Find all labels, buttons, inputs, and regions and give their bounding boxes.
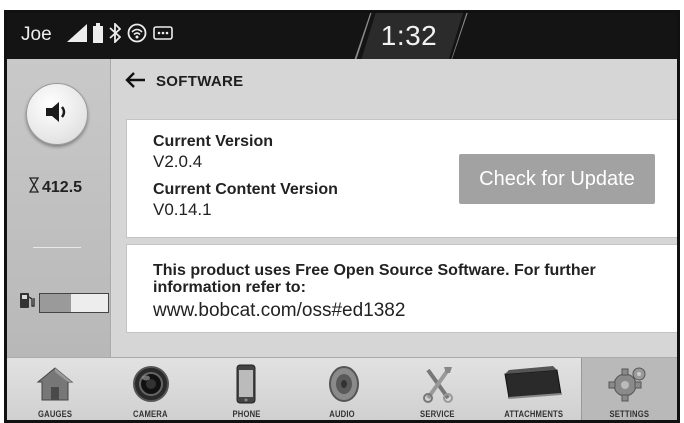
nav-label: CAMERA [133, 409, 168, 419]
gear-icon [608, 362, 650, 406]
check-for-update-button[interactable]: Check for Update [459, 154, 655, 204]
fuel-level-fill [40, 293, 71, 312]
nav-phone[interactable]: PHONE [198, 358, 294, 420]
clock: 1:32 [380, 20, 438, 51]
version-card: Current Version V2.0.4 Current Content V… [126, 119, 677, 238]
oss-url: www.bobcat.com/oss#ed1382 [153, 300, 406, 321]
bluetooth-icon [109, 21, 122, 48]
wifi-icon [127, 23, 147, 48]
fuel-pump-icon [19, 291, 35, 314]
page-title: SOFTWARE [156, 73, 244, 90]
battery-icon [93, 22, 103, 48]
nav-label: SETTINGS [609, 409, 650, 419]
nav-camera[interactable]: CAMERA [103, 358, 199, 420]
divider [33, 247, 81, 248]
status-icons [67, 21, 173, 48]
speaker-icon [44, 101, 70, 128]
nav-label: GAUGES [37, 409, 72, 419]
wrench-icon [418, 362, 458, 406]
user-name: Joe [21, 24, 52, 45]
nav-audio[interactable]: AUDIO [294, 358, 390, 420]
message-icon [153, 25, 173, 45]
nav-service[interactable]: SERVICE [390, 358, 486, 420]
content-version-label: Current Content Version [153, 181, 338, 198]
nav-label: ATTACHMENTS [503, 409, 563, 419]
hourglass-icon [28, 177, 40, 198]
status-bar: Joe 1:32 [7, 13, 677, 59]
house-icon [35, 362, 75, 406]
oss-notice: This product uses Free Open Source Softw… [153, 262, 596, 296]
signal-icon [67, 23, 87, 47]
hour-meter-value: 412.5 [42, 178, 83, 196]
bucket-icon [501, 362, 565, 406]
current-version-value: V2.0.4 [153, 152, 203, 171]
content-version-value: V0.14.1 [153, 200, 212, 219]
back-arrow-icon[interactable] [124, 71, 146, 94]
audio-icon [322, 362, 362, 406]
nav-label: PHONE [232, 409, 261, 419]
main-content: SOFTWARE Current Version V2.0.4 Current … [112, 59, 677, 357]
volume-button[interactable] [26, 83, 88, 145]
nav-settings[interactable]: SETTINGS [581, 358, 677, 420]
current-version-label: Current Version [153, 133, 274, 150]
oss-card: This product uses Free Open Source Softw… [126, 244, 677, 333]
bottom-nav: GAUGES CAMERA PHONE AUDIO SERVICE ATTACH… [7, 357, 677, 420]
nav-attachments[interactable]: ATTACHMENTS [485, 358, 581, 420]
phone-icon [226, 362, 266, 406]
fuel-gauge [19, 291, 109, 314]
hour-meter: 412.5 [28, 177, 83, 198]
fuel-level-bar [39, 292, 109, 313]
camera-icon [131, 362, 171, 406]
nav-gauges[interactable]: GAUGES [7, 358, 103, 420]
nav-label: AUDIO [329, 409, 355, 419]
nav-label: SERVICE [420, 409, 455, 419]
left-panel: 412.5 [7, 59, 111, 357]
device-screen: Joe 1:32 412.5 SOFTWARE Current Version … [4, 10, 680, 423]
